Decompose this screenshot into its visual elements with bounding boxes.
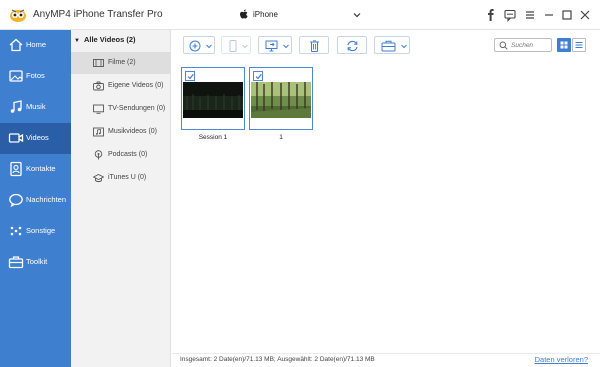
sidebar-item-videos[interactable]: Videos	[0, 123, 71, 154]
export-to-pc-button[interactable]	[221, 36, 251, 54]
data-lost-link[interactable]: Daten verloren?	[535, 355, 588, 364]
sidebar-item-label: Fotos	[26, 71, 45, 80]
triangle-down-icon: ▼	[74, 38, 80, 44]
toolbox-button[interactable]	[374, 36, 410, 54]
chevron-down-icon	[206, 44, 212, 49]
sidebar-item-nachrichten[interactable]: Nachrichten	[0, 185, 71, 216]
monitor-icon	[265, 40, 278, 52]
maximize-icon[interactable]	[560, 8, 574, 22]
category-item-tv-sendungen[interactable]: TV-Sendungen (0)	[71, 98, 171, 120]
app-logo-icon	[10, 9, 26, 22]
checkmark-icon	[255, 73, 262, 80]
title-bar: AnyMP4 iPhone Transfer Pro iPhone	[0, 0, 600, 30]
category-item-label: Filme (2)	[108, 59, 136, 66]
sidebar-item-label: Nachrichten	[26, 195, 67, 204]
category-item-label: Eigene Videos (0)	[108, 82, 164, 89]
chevron-down-icon[interactable]	[352, 10, 362, 20]
toolbox-icon	[381, 40, 396, 52]
checkmark-icon	[187, 73, 194, 80]
more-icon	[10, 226, 22, 236]
sidebar-item-kontakte[interactable]: Kontakte	[0, 154, 71, 185]
category-item-musikvideos[interactable]: Musikvideos (0)	[71, 121, 171, 143]
category-item-podcasts[interactable]: Podcasts (0)	[71, 144, 171, 166]
video-title: Session 1	[198, 134, 228, 141]
video-icon	[8, 133, 24, 143]
category-item-label: iTunes U (0)	[108, 174, 147, 181]
list-icon	[575, 42, 583, 48]
video-preview-image	[183, 82, 243, 118]
video-preview-image	[251, 82, 311, 118]
app-title: AnyMP4 iPhone Transfer Pro	[33, 9, 163, 20]
trash-icon	[310, 40, 319, 52]
chevron-down-icon	[242, 44, 248, 49]
sidebar-item-label: Kontakte	[26, 164, 56, 173]
sidebar-item-toolkit[interactable]: Toolkit	[0, 247, 71, 278]
category-item-label: Musikvideos (0)	[108, 128, 158, 135]
status-bar: Insgesamt: 2 Date(en)/71.13 MB; Ausgewäh…	[172, 353, 600, 367]
music-video-icon	[93, 127, 104, 137]
sidebar-item-label: Videos	[26, 133, 49, 142]
category-item-label: TV-Sendungen (0)	[108, 105, 166, 112]
add-button[interactable]	[183, 36, 215, 54]
sidebar-item-musik[interactable]: Musik	[0, 92, 71, 123]
grid-icon	[560, 41, 568, 49]
checkbox[interactable]	[185, 71, 195, 81]
home-icon	[9, 38, 23, 52]
video-title: 1	[279, 134, 283, 141]
sidebar-item-fotos[interactable]: Fotos	[0, 61, 71, 92]
grid-view-button[interactable]	[557, 38, 571, 52]
toolbar	[171, 30, 600, 60]
camera-icon	[93, 81, 104, 91]
film-icon	[93, 59, 104, 67]
feedback-icon[interactable]	[503, 8, 517, 22]
sidebar-item-label: Musik	[26, 102, 46, 111]
toolkit-icon	[8, 256, 24, 269]
music-icon	[10, 100, 22, 113]
checkbox[interactable]	[253, 71, 263, 81]
refresh-icon	[347, 40, 358, 52]
category-item-label: Podcasts (0)	[108, 151, 148, 158]
video-thumbnail[interactable]	[249, 67, 313, 130]
category-header[interactable]: ▼ Alle Videos (2)	[74, 35, 136, 44]
category-item-filme[interactable]: Filme (2)	[71, 52, 171, 74]
delete-button[interactable]	[299, 36, 329, 54]
refresh-button[interactable]	[337, 36, 367, 54]
photo-icon	[9, 70, 23, 82]
apple-icon	[240, 9, 248, 19]
search-input[interactable]	[511, 40, 549, 51]
category-item-eigene-videos[interactable]: Eigene Videos (0)	[71, 75, 171, 97]
message-icon	[9, 193, 23, 208]
tv-icon	[93, 104, 104, 114]
close-icon[interactable]	[578, 8, 592, 22]
sidebar-item-label: Home	[26, 40, 47, 49]
contacts-icon	[10, 161, 22, 177]
search-icon	[499, 41, 508, 50]
sidebar-item-label: Sonstige	[26, 226, 56, 235]
facebook-icon[interactable]	[484, 8, 498, 22]
sidebar-item-label: Toolkit	[26, 257, 48, 266]
status-summary: Insgesamt: 2 Date(en)/71.13 MB; Ausgewäh…	[180, 356, 375, 363]
list-view-button[interactable]	[572, 38, 586, 52]
search-box[interactable]	[494, 38, 552, 52]
sidebar: Home Fotos Musik Videos Kontakte Nachric…	[0, 30, 71, 367]
plus-circle-icon	[189, 40, 201, 52]
chevron-down-icon	[283, 44, 289, 49]
minimize-icon[interactable]	[542, 8, 556, 22]
podcast-icon	[94, 150, 103, 160]
video-thumbnail[interactable]	[181, 67, 245, 130]
menu-icon[interactable]	[523, 8, 537, 22]
sidebar-item-home[interactable]: Home	[0, 30, 71, 61]
export-to-device-button[interactable]	[258, 36, 292, 54]
category-item-itunes-u[interactable]: iTunes U (0)	[71, 167, 171, 189]
chevron-down-icon	[401, 44, 407, 49]
category-panel: ▼ Alle Videos (2) Filme (2) Eigene Videos…	[71, 30, 171, 367]
phone-icon	[229, 40, 237, 52]
device-name: iPhone	[253, 10, 278, 19]
itunes-u-icon	[93, 173, 104, 183]
sidebar-item-sonstige[interactable]: Sonstige	[0, 216, 71, 247]
